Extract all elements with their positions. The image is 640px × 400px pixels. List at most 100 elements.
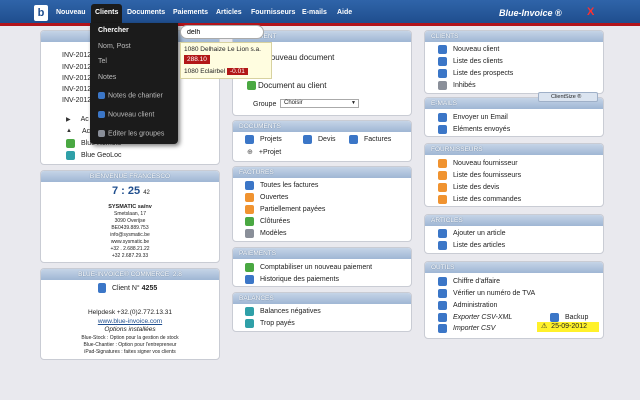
notes-icon — [98, 92, 105, 99]
recent-doc-item[interactable]: INV-2012- — [62, 62, 94, 72]
factures-partial[interactable]: Partiellement payées — [245, 204, 325, 214]
administration-link[interactable]: Administration — [438, 300, 497, 310]
user-add-icon — [98, 111, 105, 118]
nav-documents[interactable]: Documents — [127, 9, 165, 16]
export-icon — [438, 312, 447, 322]
company-line: info@sysmatic.be — [110, 232, 150, 238]
projects-icon — [245, 134, 254, 144]
company-line: BE0439.889.753 — [111, 225, 149, 231]
option-line: Blue-Stock : Option pour la gestion de s… — [81, 335, 179, 341]
client-list-link[interactable]: Liste des clients — [438, 56, 503, 66]
menu-notes[interactable]: Notes — [98, 74, 116, 81]
new-client-link[interactable]: Nouveau client — [438, 44, 499, 54]
export-csv-link[interactable]: Exporter CSV-XML — [438, 312, 512, 322]
document-client-link[interactable]: Document au client — [247, 80, 326, 90]
vat-check-link[interactable]: Vérifier un numéro de TVA — [438, 288, 535, 298]
menu-nom-post[interactable]: Nom, Post — [98, 43, 131, 50]
groups-icon — [98, 130, 105, 137]
recent-doc-item[interactable]: INV-2012- — [62, 84, 94, 94]
add-document-icon — [247, 80, 256, 90]
group-select[interactable]: Choisir ▼ — [280, 99, 359, 108]
arrow-right-icon: ▶ — [66, 116, 71, 123]
mail-icon — [438, 112, 447, 122]
menu-new-client[interactable]: Nouveau client — [98, 111, 154, 118]
open-invoice-icon — [245, 192, 254, 202]
clients-dropdown-menu: Chercher Nom, Post Tel Notes Notes de ch… — [90, 23, 178, 144]
recent-doc-item[interactable]: INV-2012- — [62, 73, 94, 83]
vat-icon — [438, 288, 447, 298]
company-line: www.sysmatic.be — [110, 239, 150, 245]
menu-edit-groups[interactable]: Editer les groupes — [98, 130, 164, 137]
nav-fournisseurs[interactable]: Fournisseurs — [251, 9, 295, 16]
partial-paid-icon — [245, 204, 254, 214]
factures-closed[interactable]: Clôturées — [245, 216, 290, 226]
nav-emails[interactable]: E-mails — [302, 9, 327, 16]
factures-link[interactable]: Factures — [349, 134, 391, 144]
factures-templates[interactable]: Modèles — [245, 228, 286, 238]
devis-link[interactable]: Devis — [303, 134, 336, 144]
new-supplier-link[interactable]: Nouveau fournisseur — [438, 158, 518, 168]
users-icon — [438, 56, 447, 66]
recent-doc-item[interactable]: INV-2012- — [62, 50, 94, 60]
admin-icon — [438, 300, 447, 310]
left-link-blue-geoloc[interactable]: Blue GeoLoc — [66, 150, 121, 160]
new-document-link[interactable]: Nouveau document — [265, 52, 334, 62]
send-email-link[interactable]: Envoyer un Email — [438, 112, 508, 122]
factures-open[interactable]: Ouvertes — [245, 192, 288, 202]
recent-doc-item[interactable]: INV-2012- — [62, 95, 94, 105]
turnover-link[interactable]: Chiffre d'affaire — [438, 276, 500, 286]
clientsize-badge[interactable]: ClientSize ® — [538, 92, 598, 102]
left-link-ac2[interactable]: ▲ Ac — [66, 126, 90, 136]
import-icon — [438, 323, 447, 333]
result-name[interactable]: 1080 Eclairbel -0.01 — [184, 68, 248, 75]
overpaid-link[interactable]: Trop payés — [245, 318, 295, 328]
negative-balances-link[interactable]: Balances négatives — [245, 306, 321, 316]
supplier-list-link[interactable]: Liste des fournisseurs — [438, 170, 521, 180]
add-projet-link[interactable]: ⊕ +Projet — [247, 147, 281, 157]
result-amount: -0.01 — [227, 68, 248, 75]
menu-tel[interactable]: Tel — [98, 58, 107, 65]
mail-sent-icon — [438, 124, 447, 134]
backup-date-badge: ⚠ 25-09-2012 — [537, 322, 599, 332]
website-link[interactable]: www.blue-invoice.com — [40, 318, 220, 325]
prospects-icon — [438, 68, 447, 78]
supplier-quotes-link[interactable]: Liste des devis — [438, 182, 499, 192]
blue-invoice-icon — [98, 283, 106, 293]
left-link-ac[interactable]: ▶ Ac — [66, 114, 89, 124]
factures-all[interactable]: Toutes les factures — [245, 180, 318, 190]
nav-articles[interactable]: Articles — [216, 9, 242, 16]
welcome-title: BIENVENUE FRANCESCO — [41, 171, 219, 182]
nav-paiements[interactable]: Paiements — [173, 9, 208, 16]
close-button[interactable]: X — [587, 6, 594, 18]
backup-link[interactable]: Backup — [550, 312, 588, 322]
clients-header: CLIENTS — [425, 31, 603, 42]
chart-icon — [438, 276, 447, 286]
company-name: SYSMATIC sa/nv — [108, 204, 152, 210]
closed-invoice-icon — [245, 216, 254, 226]
add-article-link[interactable]: Ajouter un article — [438, 228, 506, 238]
company-line: +32 . 2.688.21.22 — [110, 246, 150, 252]
menu-search[interactable]: Chercher — [98, 27, 129, 34]
client-search-input[interactable] — [180, 25, 264, 39]
payment-history-link[interactable]: Historique des paiements — [245, 274, 339, 284]
helpdesk-phone: Helpdesk +32.(0)2.772.13.31 — [87, 309, 173, 316]
option-line: Blue-Chantier : Option pour l'entreprene… — [83, 342, 177, 348]
documents-header: DOCUMENTS — [233, 121, 411, 132]
invoice-icon — [349, 134, 358, 144]
app-logo[interactable]: b — [34, 5, 48, 21]
sent-items-link[interactable]: Eléments envoyés — [438, 124, 510, 134]
article-list-link[interactable]: Liste des articles — [438, 240, 505, 250]
footer-area — [0, 370, 640, 400]
inhibited-link[interactable]: Inhibés — [438, 80, 476, 90]
prospects-link[interactable]: Liste des prospects — [438, 68, 513, 78]
supplier-orders-link[interactable]: Liste des commandes — [438, 194, 521, 204]
new-payment-link[interactable]: Comptabiliser un nouveau paiement — [245, 262, 372, 272]
nav-aide[interactable]: Aide — [337, 9, 352, 16]
result-name[interactable]: 1080 Delhaize Le Lion s.a. — [184, 46, 261, 53]
nav-nouveau[interactable]: Nouveau — [56, 9, 86, 16]
nav-clients[interactable]: Clients — [91, 4, 123, 23]
history-icon — [245, 274, 254, 284]
menu-notes-chantier[interactable]: Notes de chantier — [98, 92, 163, 99]
import-csv-link[interactable]: Importer CSV — [438, 323, 495, 333]
projets-link[interactable]: Projets — [245, 134, 282, 144]
